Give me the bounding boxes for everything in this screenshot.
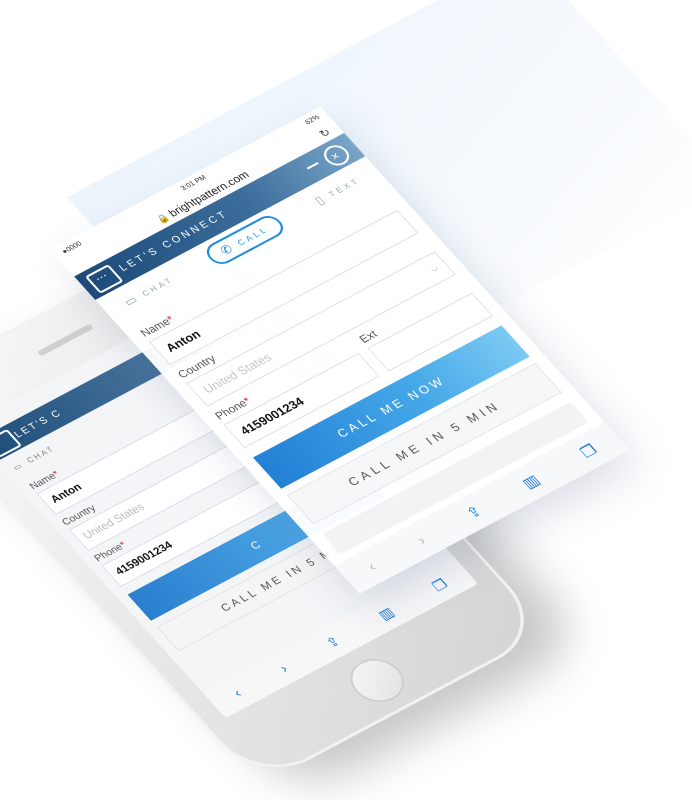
bookmarks-icon[interactable]: ▥ — [374, 604, 397, 623]
tabs-icon[interactable]: ❐ — [428, 576, 451, 595]
chat-icon: ▭ — [120, 291, 144, 309]
forward-button[interactable]: › — [413, 532, 429, 548]
back-forward-button[interactable]: › — [276, 661, 291, 675]
phone-icon: ✆ — [217, 240, 239, 258]
phone-illustration: ●0000 LET'S C ▭ CHAT Name* Anton Country… — [0, 0, 692, 800]
back-tab-chat[interactable]: CHAT — [24, 444, 56, 465]
battery-text: 62% — [303, 113, 322, 126]
tabs-icon[interactable]: ❐ — [576, 441, 601, 462]
tab-chat-label: CHAT — [139, 274, 176, 298]
share-icon[interactable]: ⇪ — [322, 633, 344, 652]
back-back-button[interactable]: ‹ — [229, 685, 244, 699]
share-icon[interactable]: ⇪ — [462, 502, 486, 522]
minimize-icon[interactable] — [306, 162, 319, 170]
back-button[interactable]: ‹ — [364, 559, 380, 575]
chat-icon: ▭ — [10, 460, 26, 472]
tab-call-label: CALL — [235, 224, 271, 247]
tab-text-label: TEXT — [326, 175, 363, 199]
speaker-grille — [36, 323, 94, 357]
home-button[interactable] — [339, 650, 415, 711]
bookmarks-icon[interactable]: ▥ — [518, 471, 544, 492]
reload-icon[interactable]: ↻ — [316, 126, 334, 140]
text-icon: ▯ — [311, 191, 331, 208]
chevron-down-icon: ⌵ — [427, 262, 441, 274]
